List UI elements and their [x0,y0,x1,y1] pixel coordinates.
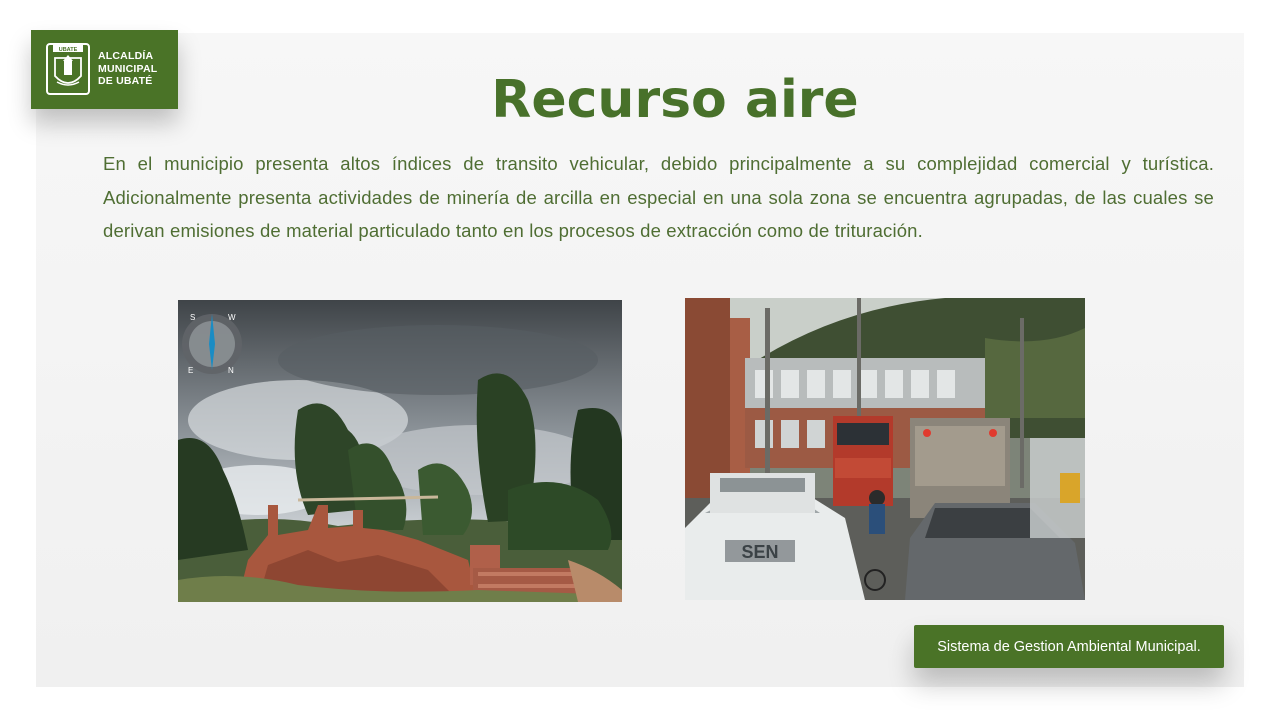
slide-title: Recurso aire [491,70,859,130]
compass-w-label: W [228,313,236,322]
logo-line-1: ALCALDÍA [98,50,154,62]
slide-paragraph: En el municipio presenta altos índices d… [103,153,1214,242]
compass-e-label: E [188,366,193,375]
sgam-footer-badge: Sistema de Gestion Ambiental Municipal. [914,625,1224,668]
truck-sign-text: SEN [741,542,778,562]
clay-mining-photo: S W E N [178,300,622,602]
compass-n-label: N [228,366,234,375]
svg-text:UBATE: UBATE [59,47,78,53]
compass-s-label: S [190,313,195,322]
traffic-street-photo: SEN [685,298,1085,600]
